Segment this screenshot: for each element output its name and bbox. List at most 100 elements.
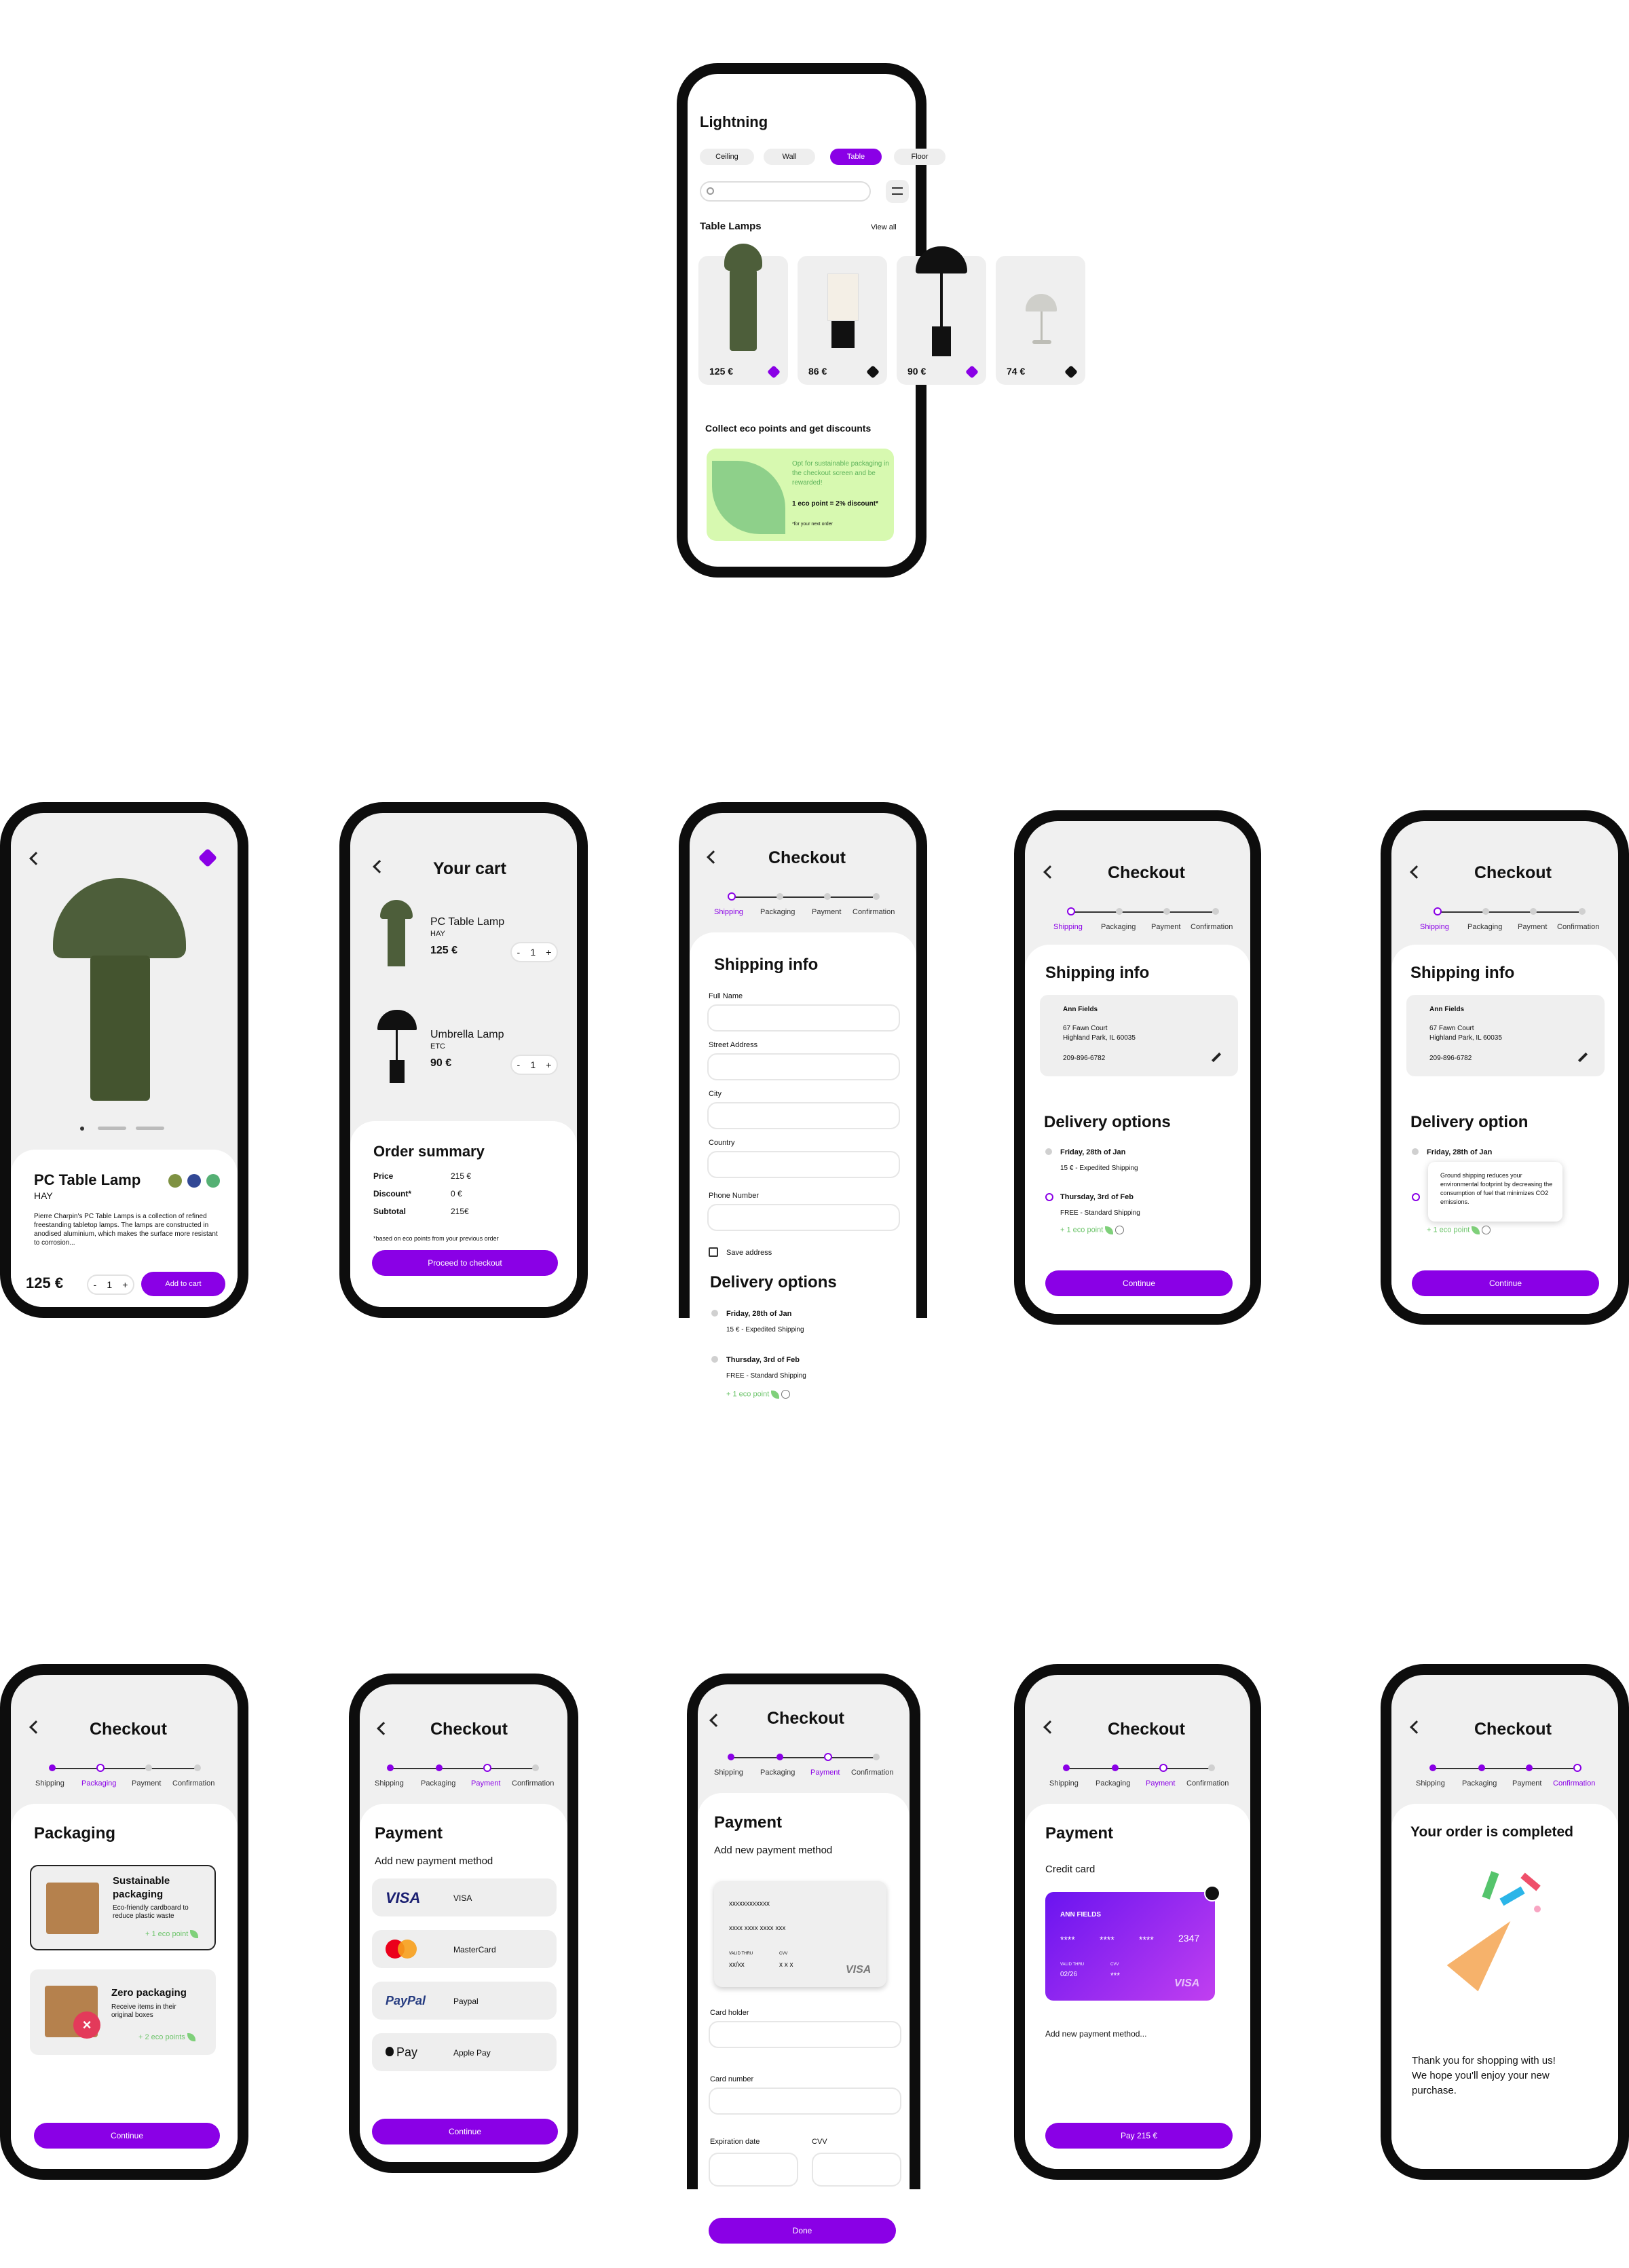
quantity-stepper[interactable]: -1 + — [510, 1055, 558, 1075]
product-card[interactable]: 86 € — [798, 256, 887, 385]
continue-button[interactable]: Continue — [1412, 1270, 1599, 1296]
chip-floor[interactable]: Floor — [894, 149, 945, 165]
checkmark-icon — [1204, 1885, 1220, 1902]
step-dot — [1526, 1764, 1533, 1771]
back-icon[interactable] — [29, 1720, 43, 1734]
filter-button[interactable] — [886, 180, 909, 203]
product-price: 90 € — [907, 366, 926, 377]
city-field[interactable] — [707, 1102, 900, 1129]
radio-button[interactable] — [1412, 1148, 1419, 1155]
payment-option-applepay[interactable]: Pay Apple Pay — [372, 2033, 557, 2071]
heart-icon[interactable] — [965, 365, 979, 379]
back-icon[interactable] — [373, 860, 386, 873]
back-icon[interactable] — [1410, 865, 1423, 879]
card-holder-field[interactable] — [709, 2021, 901, 2048]
done-button[interactable]: Done — [709, 2218, 896, 2244]
quantity-stepper[interactable]: -1 + — [510, 942, 558, 962]
carousel-dots[interactable] — [80, 1127, 164, 1131]
radio-button[interactable] — [711, 1310, 718, 1317]
credit-card[interactable]: ANN FIELDS **** **** **** 2347 VALID THR… — [1045, 1885, 1220, 2001]
payment-option-visa[interactable]: VISA VISA — [372, 1878, 557, 1916]
heart-icon[interactable] — [767, 365, 781, 379]
info-icon[interactable] — [1482, 1226, 1491, 1234]
payment-option-mastercard[interactable]: MasterCard — [372, 1930, 557, 1968]
radio-button[interactable] — [1045, 1148, 1052, 1155]
radio-button[interactable] — [1412, 1193, 1420, 1201]
chip-wall[interactable]: Wall — [764, 149, 815, 165]
card-stars: **** — [1100, 1934, 1115, 1945]
back-icon[interactable] — [1043, 1720, 1057, 1734]
add-to-cart-button[interactable]: Add to cart — [141, 1272, 225, 1296]
step-dot — [1063, 1764, 1070, 1771]
step-label: Confirmation — [172, 1779, 215, 1788]
back-icon[interactable] — [1043, 865, 1057, 879]
thanks-message: Thank you for shopping with us! — [1412, 2055, 1556, 2066]
color-swatch[interactable] — [206, 1174, 220, 1188]
street-field[interactable] — [707, 1053, 900, 1080]
heart-icon[interactable] — [866, 365, 880, 379]
search-icon — [707, 187, 714, 195]
info-icon[interactable] — [1115, 1226, 1125, 1234]
chip-table[interactable]: Table — [830, 149, 882, 165]
expiration-field[interactable] — [709, 2153, 798, 2187]
heart-icon[interactable] — [198, 848, 218, 868]
address-card[interactable]: Ann Fields 67 Fawn Court Highland Park, … — [1040, 995, 1238, 1076]
address-card[interactable]: Ann Fields 67 Fawn Court Highland Park, … — [1406, 995, 1605, 1076]
method-label: Paypal — [453, 1997, 479, 2006]
product-card[interactable]: 125 € — [698, 244, 788, 385]
lamp-image — [1026, 294, 1057, 311]
color-swatch[interactable] — [187, 1174, 201, 1188]
step-dot — [728, 1754, 734, 1760]
product-name: PC Table Lamp — [34, 1171, 141, 1188]
continue-button[interactable]: Continue — [34, 2123, 220, 2149]
packaging-option[interactable]: × Zero packaging Receive items in their … — [30, 1969, 216, 2055]
step-label: Shipping — [714, 1769, 743, 1777]
back-icon[interactable] — [29, 852, 43, 865]
applepay-icon: Pay — [396, 2045, 418, 2059]
view-all-link[interactable]: View all — [871, 223, 897, 231]
quantity-stepper[interactable]: -1 + — [87, 1274, 134, 1295]
page-title: Checkout — [1474, 863, 1552, 882]
country-field[interactable] — [707, 1151, 900, 1178]
search-input[interactable] — [700, 181, 871, 202]
pay-button[interactable]: Pay 215 € — [1045, 2123, 1233, 2149]
product-card[interactable]: 74 € — [996, 256, 1085, 385]
step-dot — [1579, 908, 1586, 915]
save-address-label: Save address — [726, 1249, 772, 1257]
product-card[interactable]: 90 € — [897, 246, 986, 385]
color-swatch[interactable] — [168, 1174, 182, 1188]
info-icon[interactable] — [781, 1390, 791, 1399]
delivery-type: 15 € - Expedited Shipping — [1060, 1165, 1138, 1172]
edit-icon[interactable] — [1211, 1052, 1222, 1063]
radio-button[interactable] — [1045, 1193, 1053, 1201]
save-address-checkbox[interactable] — [709, 1247, 718, 1257]
step-label: Payment — [1146, 1779, 1176, 1788]
continue-button[interactable]: Continue — [1045, 1270, 1233, 1296]
step-dot — [824, 893, 831, 900]
phone-field[interactable] — [707, 1204, 900, 1231]
eco-banner[interactable]: Opt for sustainable packaging in the che… — [707, 449, 894, 541]
full-name-field[interactable] — [707, 1004, 900, 1032]
back-icon[interactable] — [377, 1722, 390, 1735]
back-icon[interactable] — [1410, 1720, 1423, 1734]
packaging-option[interactable]: Sustainable packaging Eco-friendly cardb… — [30, 1865, 216, 1950]
delivery-date: Thursday, 3rd of Feb — [726, 1356, 800, 1364]
proceed-checkout-button[interactable]: Proceed to checkout — [372, 1250, 558, 1276]
step-label: Confirmation — [851, 1769, 894, 1777]
cvv-field[interactable] — [812, 2153, 901, 2187]
step-dot — [436, 1764, 443, 1771]
continue-button[interactable]: Continue — [372, 2119, 558, 2144]
heart-icon[interactable] — [1064, 365, 1078, 379]
progress-line — [1072, 911, 1212, 913]
method-label: Apple Pay — [453, 2048, 491, 2058]
card-expiry: 02/26 — [1060, 1971, 1078, 1978]
card-number-field[interactable] — [709, 2087, 901, 2115]
add-payment-link[interactable]: Add new payment method... — [1045, 2029, 1146, 2039]
field-label: Country — [709, 1139, 735, 1147]
radio-button[interactable] — [711, 1356, 718, 1363]
visa-icon: VISA — [1174, 1978, 1200, 1989]
page-title: Checkout — [767, 1709, 844, 1728]
edit-icon[interactable] — [1577, 1052, 1588, 1063]
payment-option-paypal[interactable]: PayPal Paypal — [372, 1982, 557, 2020]
chip-ceiling[interactable]: Ceiling — [700, 149, 754, 165]
